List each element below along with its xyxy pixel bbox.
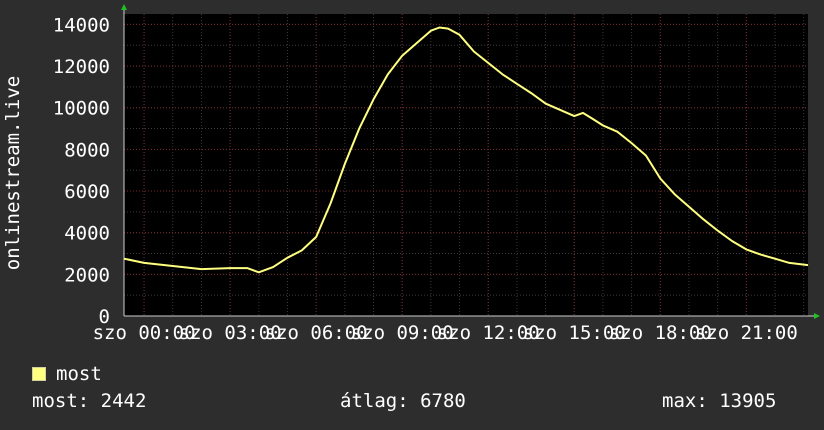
- y-axis-arrow: [121, 4, 127, 10]
- y-tick-label: 4000: [64, 223, 110, 245]
- y-tick-label: 8000: [64, 139, 110, 161]
- chart-root: 0 2000 4000 6000 8000 10000 12000 14000 szo 00:0…: [0, 0, 824, 430]
- line-chart: 02000400060008000100001200014000szo 00:0…: [2, 4, 820, 344]
- legend-label: most: [56, 363, 102, 385]
- y-tick-label: 6000: [64, 181, 110, 203]
- stat-maximum: max: 13905: [662, 390, 777, 412]
- x-tick-label: szo 21:00: [695, 322, 798, 344]
- y-tick-label: 14000: [53, 14, 110, 36]
- y-axis-label: onlinestream.live: [2, 76, 24, 270]
- plot-background: [124, 14, 808, 316]
- stat-average: átlag: 6780: [340, 390, 466, 412]
- y-tick-label: 10000: [53, 98, 110, 120]
- legend-swatch: [32, 367, 46, 381]
- x-axis-arrow: [814, 313, 820, 319]
- legend: most: [32, 362, 102, 386]
- y-tick-label: 2000: [64, 264, 110, 286]
- y-tick-label: 12000: [53, 56, 110, 78]
- stat-current: most: 2442: [32, 390, 147, 412]
